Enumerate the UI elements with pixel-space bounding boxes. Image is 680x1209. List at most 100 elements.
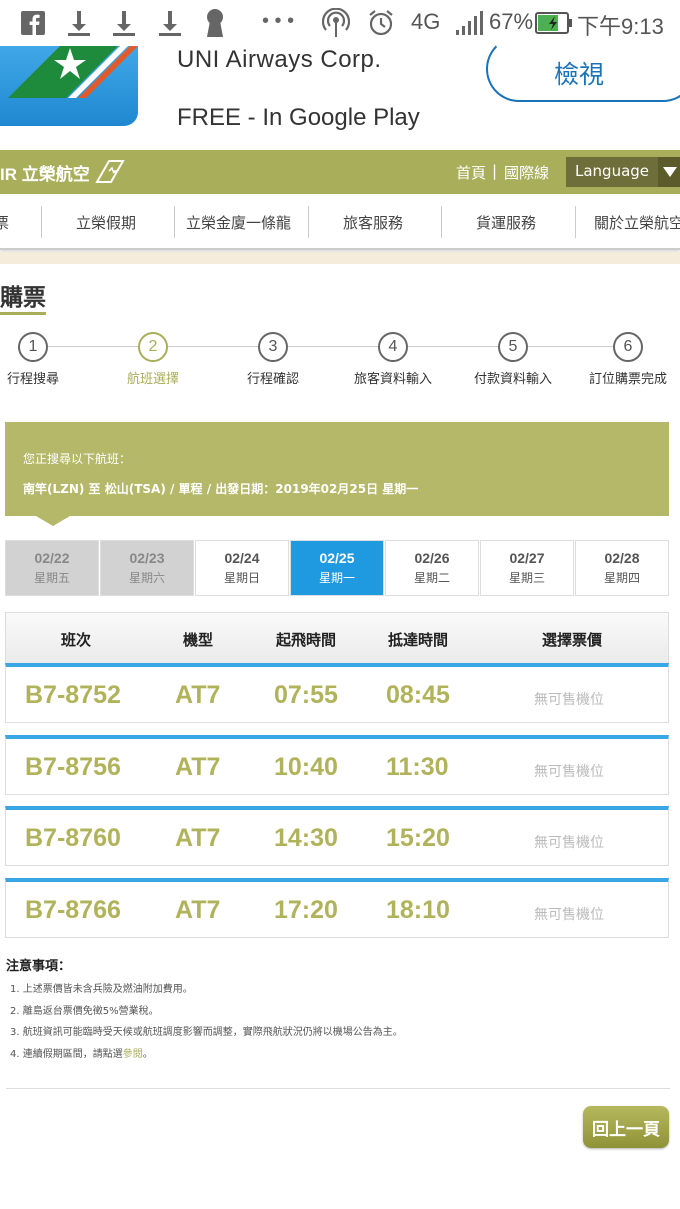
view-app-button[interactable]: 檢視 xyxy=(486,36,680,102)
date-tab-day: 星期三 xyxy=(508,571,545,585)
date-tab-date: 02/28 xyxy=(604,550,640,566)
date-tab-selected[interactable]: 02/25 星期一 xyxy=(290,540,384,596)
table-row: B7-8760 AT7 14:30 15:20 無可售機位 xyxy=(5,806,669,866)
date-tab-day: 星期四 xyxy=(603,571,640,585)
fare-status: 無可售機位 xyxy=(534,835,604,851)
flight-number: B7-8756 xyxy=(25,753,121,781)
app-install-banner: UNI Airways Corp. FREE - In Google Play … xyxy=(0,36,680,150)
search-summary-details: 南竿(LZN) 至 松山(TSA) / 單程 / 出發日期：2019年02月25… xyxy=(23,482,419,496)
arrival-time: 15:20 xyxy=(386,824,450,852)
note-item-text: 4. 連續假期區間，請點選 xyxy=(10,1049,123,1060)
facebook-icon xyxy=(20,8,46,38)
column-header-departure: 起飛時間 xyxy=(276,631,337,649)
search-summary: 您正搜尋以下航班： 南竿(LZN) 至 松山(TSA) / 單程 / 出發日期：… xyxy=(5,422,669,516)
step-4-circle: 4 xyxy=(378,332,408,362)
table-row: B7-8752 AT7 07:55 08:45 無可售機位 xyxy=(5,663,669,723)
date-tab-date: 02/24 xyxy=(224,550,260,566)
step-2-circle: 2 xyxy=(138,332,168,362)
fare-status: 無可售機位 xyxy=(534,907,604,923)
step-3-circle: 3 xyxy=(258,332,288,362)
date-tab-date: 02/23 xyxy=(129,550,165,566)
date-tab-date: 02/27 xyxy=(509,550,545,566)
back-button[interactable]: 回上一頁 xyxy=(583,1106,669,1148)
date-tab-day: 星期二 xyxy=(413,571,450,585)
nav-item-holidays[interactable]: 立榮假期 xyxy=(76,212,136,233)
nav-item-cargo[interactable]: 貨運服務 xyxy=(476,212,536,233)
site-logo[interactable]: IR 立榮航空 xyxy=(0,160,90,185)
date-tab[interactable]: 02/27 星期三 xyxy=(480,540,574,596)
nav-divider xyxy=(308,206,309,238)
international-link[interactable]: 國際線 xyxy=(504,162,549,183)
table-row: B7-8756 AT7 10:40 11:30 無可售機位 xyxy=(5,735,669,795)
date-tab-day: 星期六 xyxy=(128,571,165,585)
aircraft-type: AT7 xyxy=(175,681,221,709)
note-item: 2. 離島返台票價免徵5%營業稅。 xyxy=(10,1006,159,1017)
download-icon xyxy=(67,8,91,38)
nav-divider xyxy=(41,206,42,238)
step-2-label: 航班選擇 xyxy=(127,372,180,387)
date-tab[interactable]: 02/28 星期四 xyxy=(575,540,669,596)
aircraft-type: AT7 xyxy=(175,896,221,924)
signal-icon xyxy=(455,8,485,38)
note-item: 3. 航班資訊可能臨時受天候或航班調度影響而調整，實際飛航狀況仍將以機場公告為主… xyxy=(10,1027,403,1038)
steps-connector xyxy=(34,346,634,347)
hotspot-icon xyxy=(322,8,350,38)
date-tab-date: 02/25 xyxy=(319,550,355,566)
date-tab[interactable]: 02/23 星期六 xyxy=(100,540,194,596)
note-item: 4. 連續假期區間，請點選參閱。 xyxy=(10,1045,153,1060)
column-header-flight: 班次 xyxy=(61,631,92,649)
battery-icon xyxy=(535,8,573,38)
date-tab[interactable]: 02/26 星期二 xyxy=(385,540,479,596)
nav-accent-strip xyxy=(0,252,680,264)
notes-title: 注意事項： xyxy=(6,959,72,974)
nav-divider xyxy=(441,206,442,238)
search-summary-prefix: 您正搜尋以下航班： xyxy=(23,452,132,466)
date-tab[interactable]: 02/24 星期日 xyxy=(195,540,289,596)
title-underline xyxy=(0,312,46,315)
nav-item-passenger-service[interactable]: 旅客服務 xyxy=(343,212,403,233)
app-price: FREE - In Google Play xyxy=(177,104,420,131)
fare-status: 無可售機位 xyxy=(534,764,604,780)
arrival-time: 11:30 xyxy=(386,753,449,781)
download-icon xyxy=(158,8,182,38)
date-tab-date: 02/26 xyxy=(414,550,450,566)
step-5-circle: 5 xyxy=(498,332,528,362)
header-divider: | xyxy=(492,162,498,180)
page-title: 購票 xyxy=(0,285,46,311)
nav-item-about[interactable]: 關於立榮航空 xyxy=(594,212,680,233)
date-tab-day: 星期五 xyxy=(33,571,70,585)
nav-divider xyxy=(174,206,175,238)
step-4-label: 旅客資料輸入 xyxy=(354,372,433,387)
flight-table-header: 班次 機型 起飛時間 抵達時間 選擇票價 xyxy=(5,612,669,666)
chevron-down-icon[interactable] xyxy=(658,157,680,187)
keyhole-icon xyxy=(204,8,226,38)
date-tabs: 02/22 星期五 02/23 星期六 02/24 星期日 02/25 星期一 … xyxy=(5,540,669,596)
nav-item-kinmen-xiamen[interactable]: 立榮金廈一條龍 xyxy=(186,212,291,233)
departure-time: 17:20 xyxy=(274,896,338,924)
battery-percent: 67% xyxy=(489,9,534,34)
departure-time: 10:40 xyxy=(274,753,338,781)
date-tab-day: 星期一 xyxy=(318,571,355,585)
flight-number: B7-8760 xyxy=(25,824,121,852)
step-1-circle: 1 xyxy=(18,332,48,362)
column-header-aircraft: 機型 xyxy=(183,631,214,649)
network-type: 4G xyxy=(411,9,441,34)
arrival-time: 18:10 xyxy=(386,896,450,924)
download-icon xyxy=(112,8,136,38)
step-6-label: 訂位購票完成 xyxy=(589,372,668,387)
column-header-fare: 選擇票價 xyxy=(542,631,603,649)
home-link[interactable]: 首頁 xyxy=(456,162,486,183)
step-1-label: 行程搜尋 xyxy=(7,372,60,387)
departure-time: 07:55 xyxy=(274,681,338,709)
date-tab-day: 星期日 xyxy=(223,571,260,585)
holiday-reference-link[interactable]: 參閱 xyxy=(123,1049,143,1060)
note-item: 1. 上述票價皆未含兵險及燃油附加費用。 xyxy=(10,984,193,995)
nav-item-tickets[interactable]: 票 xyxy=(0,212,9,233)
step-3-label: 行程確認 xyxy=(247,372,300,387)
logo-mark-icon xyxy=(95,160,125,183)
date-tab[interactable]: 02/22 星期五 xyxy=(5,540,99,596)
site-header: IR 立榮航空 首頁 | 國際線 Language xyxy=(0,150,680,194)
departure-time: 14:30 xyxy=(274,824,338,852)
search-summary-pointer xyxy=(36,516,70,526)
alarm-icon xyxy=(367,8,395,38)
